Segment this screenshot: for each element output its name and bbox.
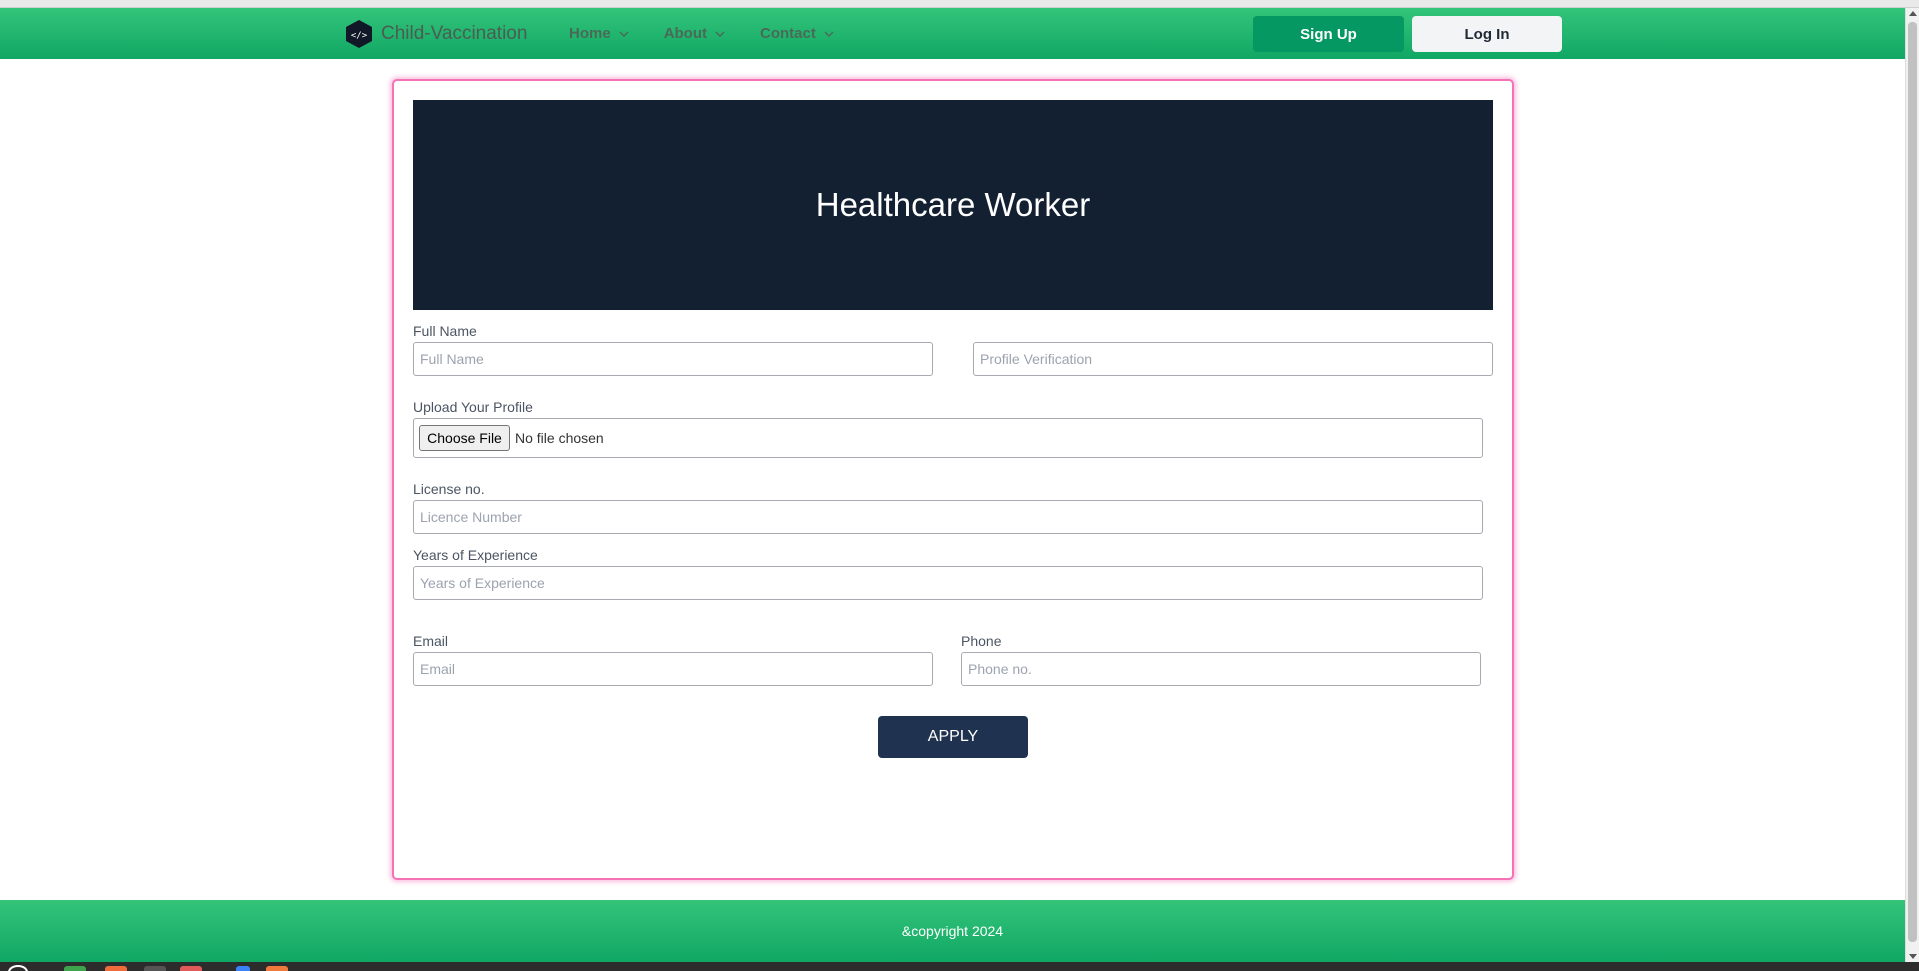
license-number-input[interactable] bbox=[413, 500, 1483, 534]
profile-verification-input[interactable] bbox=[973, 342, 1493, 376]
upload-profile-label: Upload Your Profile bbox=[413, 399, 533, 415]
nav-item-contact[interactable]: Contact bbox=[760, 25, 834, 42]
os-taskbar bbox=[0, 962, 1919, 971]
form-title: Healthcare Worker bbox=[815, 186, 1091, 223]
apply-button[interactable]: APPLY bbox=[878, 716, 1028, 758]
brand-name: Child-Vaccination bbox=[381, 23, 528, 44]
nav-menu: Home About Contact bbox=[569, 25, 869, 42]
chevron-down-icon bbox=[715, 31, 725, 37]
years-experience-label: Years of Experience bbox=[413, 547, 538, 563]
scroll-down-icon[interactable] bbox=[1909, 954, 1917, 959]
scroll-thumb[interactable] bbox=[1908, 22, 1917, 942]
nav-item-label: Home bbox=[569, 25, 611, 42]
form-header-banner: Healthcare Worker bbox=[413, 100, 1493, 310]
code-logo-icon: </> bbox=[346, 20, 372, 48]
app-icon[interactable] bbox=[266, 966, 288, 971]
chevron-down-icon bbox=[824, 31, 834, 37]
years-experience-input[interactable] bbox=[413, 566, 1483, 600]
app-icon[interactable] bbox=[64, 966, 86, 971]
choose-file-button[interactable]: Choose File bbox=[419, 425, 510, 451]
app-icon[interactable] bbox=[236, 966, 250, 971]
nav-item-label: About bbox=[663, 25, 708, 42]
app-icon[interactable] bbox=[180, 966, 202, 971]
navbar: </> Child-Vaccination Home About Contact… bbox=[0, 8, 1905, 59]
nav-item-home[interactable]: Home bbox=[569, 25, 629, 42]
sign-up-button[interactable]: Sign Up bbox=[1253, 16, 1404, 52]
upload-profile-field[interactable]: Choose File No file chosen bbox=[413, 418, 1483, 458]
brand[interactable]: </> Child-Vaccination bbox=[346, 20, 527, 48]
vertical-scrollbar[interactable] bbox=[1905, 8, 1919, 962]
scroll-up-icon[interactable] bbox=[1909, 11, 1917, 16]
email-input[interactable] bbox=[413, 652, 933, 686]
full-name-input[interactable] bbox=[413, 342, 933, 376]
start-menu-icon[interactable] bbox=[8, 965, 28, 971]
svg-text:</>: </> bbox=[351, 31, 368, 41]
phone-label: Phone bbox=[961, 633, 1002, 649]
app-icon[interactable] bbox=[105, 966, 127, 971]
full-name-label: Full Name bbox=[413, 323, 477, 339]
log-in-button[interactable]: Log In bbox=[1412, 16, 1562, 52]
browser-top-strip bbox=[0, 0, 1919, 8]
phone-input[interactable] bbox=[961, 652, 1481, 686]
license-label: License no. bbox=[413, 481, 485, 497]
chevron-down-icon bbox=[619, 31, 629, 37]
footer-copyright: &copyright 2024 bbox=[901, 923, 1004, 939]
app-icon[interactable] bbox=[144, 966, 166, 971]
nav-item-label: Contact bbox=[760, 25, 816, 42]
nav-item-about[interactable]: About bbox=[664, 25, 725, 42]
footer: &copyright 2024 bbox=[0, 900, 1905, 962]
email-label: Email bbox=[413, 633, 449, 649]
file-status-text: No file chosen bbox=[515, 430, 604, 446]
